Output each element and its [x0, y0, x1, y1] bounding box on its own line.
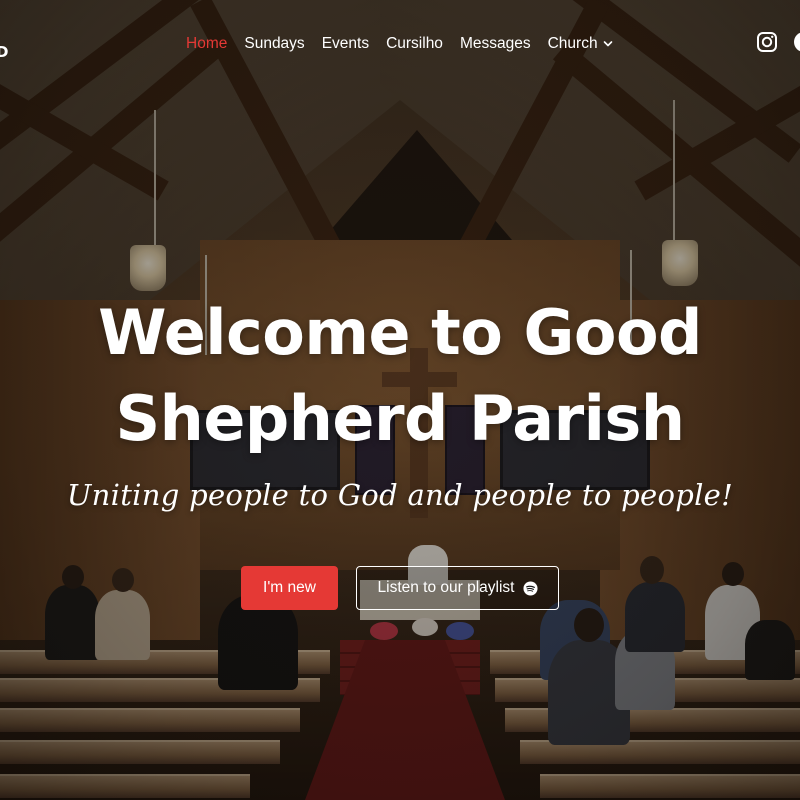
facebook-icon[interactable]	[793, 31, 800, 53]
listen-playlist-button-label: Listen to our playlist	[377, 579, 515, 596]
hero-title-line-1: Welcome to Good	[98, 296, 702, 369]
hero-title: Welcome to Good Shepherd Parish	[0, 290, 800, 462]
nav-item-sundays[interactable]: Sundays	[244, 35, 304, 53]
site-logo[interactable]: D	[0, 43, 8, 61]
nav-item-church[interactable]: Church	[548, 35, 613, 53]
im-new-button[interactable]: I'm new	[241, 566, 338, 610]
listen-playlist-button[interactable]: Listen to our playlist	[356, 566, 559, 610]
main-nav: Home Sundays Events Cursilho Messages Ch…	[186, 33, 613, 55]
nav-item-messages[interactable]: Messages	[460, 35, 531, 53]
spotify-icon	[522, 580, 538, 596]
nav-item-church-label: Church	[547, 35, 598, 52]
nav-item-cursilho[interactable]: Cursilho	[386, 35, 443, 53]
instagram-icon[interactable]	[756, 31, 778, 53]
hero-title-line-2: Shepherd Parish	[115, 382, 685, 455]
nav-item-home[interactable]: Home	[186, 35, 227, 53]
nav-item-events[interactable]: Events	[322, 35, 369, 53]
im-new-button-label: I'm new	[263, 579, 316, 596]
hero-tagline: Uniting people to God and people to peop…	[66, 478, 734, 512]
chevron-down-icon	[603, 41, 612, 47]
